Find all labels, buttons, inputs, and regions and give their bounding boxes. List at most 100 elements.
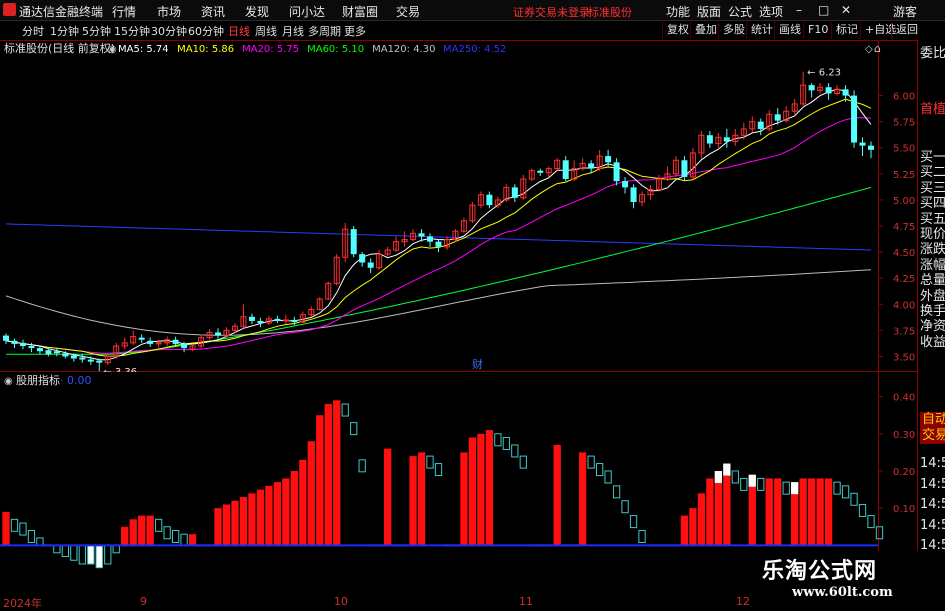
side-panel-item[interactable]: 14:56 [920,456,945,472]
candle[interactable] [851,90,858,148]
candle[interactable] [460,217,467,234]
side-panel-item[interactable]: 涨幅 [920,258,945,274]
candle[interactable] [282,314,289,325]
candle[interactable] [698,131,705,159]
candle[interactable] [613,158,620,186]
finance-mark[interactable]: 财 [472,357,483,371]
candle[interactable] [96,358,103,372]
candle[interactable] [435,239,442,253]
period-tab-5min[interactable]: 5分钟 [82,23,111,39]
menu-news[interactable]: 资讯 [201,3,225,20]
candle[interactable] [588,160,595,173]
side-panel-item[interactable]: 首植 [920,102,945,118]
candle[interactable] [477,191,484,209]
side-panel-item[interactable]: 买二 [920,165,945,181]
candle[interactable] [647,185,654,200]
candle[interactable] [265,315,272,326]
menu-discover[interactable]: 发现 [245,3,269,20]
menu-wealth-circle[interactable]: 财富圈 [342,3,378,20]
stats-button[interactable]: 统计 [746,22,773,39]
period-tab-30min[interactable]: 30分钟 [151,23,187,39]
candle[interactable] [121,337,128,350]
candle[interactable] [359,252,366,267]
maximize-button[interactable]: □ [818,3,829,17]
candle[interactable] [622,176,629,194]
candle[interactable] [215,328,222,339]
side-panel-item[interactable]: 涨跌 [920,242,945,258]
candle[interactable] [672,156,679,177]
candle[interactable] [817,83,824,94]
candle[interactable] [868,141,874,159]
candle[interactable] [325,281,332,301]
candle[interactable] [749,116,756,133]
candle[interactable] [766,110,773,132]
draw-line-button[interactable]: 画线 [774,22,801,39]
candle[interactable] [486,191,493,209]
candle[interactable] [274,315,281,324]
candle[interactable] [206,329,213,340]
candle[interactable] [308,306,315,317]
side-panel-item[interactable]: 外盘 [920,289,945,305]
candle[interactable] [706,131,713,148]
candle[interactable] [562,156,569,182]
candle[interactable] [257,317,264,328]
menu-ask-xiaoda[interactable]: 问小达 [289,3,325,20]
side-panel-item[interactable]: 14:56 [920,518,945,534]
adjust-button[interactable]: 复权 [662,22,689,39]
candle[interactable] [316,296,323,311]
candle[interactable] [655,174,662,192]
side-panel-item[interactable]: 买一 [920,150,945,166]
candle[interactable] [528,168,535,182]
candle[interactable] [630,184,637,209]
side-panel-item[interactable]: 自动 [920,412,945,428]
menu-function[interactable]: 功能 [666,3,690,20]
multi-stock-button[interactable]: 多股 [718,22,745,39]
period-tab-60min[interactable]: 60分钟 [188,23,224,39]
candle[interactable] [757,118,764,136]
candle[interactable] [3,333,9,344]
candle[interactable] [248,313,255,325]
login-warning[interactable]: 证券交易未登录 [513,4,590,20]
candle[interactable] [452,229,459,242]
candle[interactable] [800,71,807,106]
candle[interactable] [350,226,357,258]
candlestick-chart[interactable]: 6.00 5.75 5.50 5.25 5.00 4.75 4.50 4.25 4.00 3.75… [0,40,917,372]
candle[interactable] [147,337,154,348]
candle[interactable] [130,330,137,345]
side-panel-item[interactable]: 收益 [920,335,945,351]
candle[interactable] [138,334,145,343]
gear-icon[interactable]: ◉ [108,44,117,55]
side-panel-item[interactable]: 净资 [920,319,945,335]
candle[interactable] [808,83,815,98]
side-panel-item[interactable]: 现价 [920,227,945,243]
side-panel-item[interactable]: 14:56 [920,497,945,513]
minimize-button[interactable]: – [796,3,802,17]
side-panel-item[interactable]: 买五 [920,212,945,228]
menu-quotes[interactable]: 行情 [112,3,136,20]
candle[interactable] [427,233,434,247]
candle[interactable] [410,229,417,242]
diamond-icon[interactable]: ◇ [865,44,873,55]
candle[interactable] [554,158,561,171]
candle[interactable] [715,133,722,148]
candle[interactable] [376,250,383,270]
candle[interactable] [732,128,739,146]
side-panel-item[interactable]: 买三 [920,181,945,197]
candle[interactable] [859,137,866,157]
menu-trade[interactable]: 交易 [396,3,420,20]
candle[interactable] [384,246,391,257]
side-panel-item[interactable]: 交易 [920,428,945,444]
candle[interactable] [19,339,26,350]
menu-formula[interactable]: 公式 [728,3,752,20]
period-tab-intraday[interactable]: 分时 [22,23,44,39]
candle[interactable] [393,236,400,253]
menu-market[interactable]: 市场 [157,3,181,20]
candle[interactable] [11,338,18,349]
candle[interactable] [579,158,586,171]
candle[interactable] [834,85,841,96]
candle[interactable] [36,346,43,355]
back-button[interactable]: 返回 [891,22,918,39]
period-tab-multi[interactable]: 多周期 [308,23,341,39]
candle[interactable] [689,147,696,180]
expand-icon[interactable]: ⌂ [874,42,881,55]
